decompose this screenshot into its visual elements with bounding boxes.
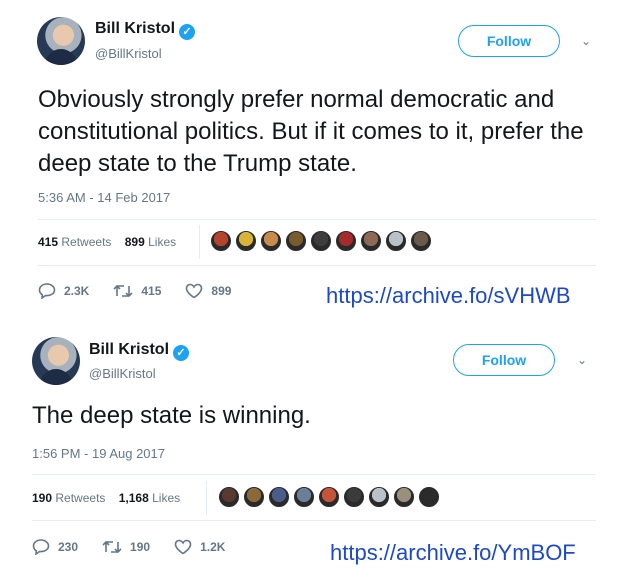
reply-count: 230 — [58, 540, 79, 554]
retweet-count: 190 — [130, 540, 151, 554]
liker-avatar[interactable] — [418, 486, 440, 508]
liker-avatar[interactable] — [235, 230, 257, 252]
archive-link[interactable]: https://archive.fo/YmBOF — [330, 540, 576, 566]
likes-stat[interactable]: 1,168 Likes — [119, 491, 180, 505]
retweets-stat[interactable]: 415 Retweets — [38, 235, 111, 249]
retweet-button[interactable]: 190 — [102, 539, 150, 555]
tweet-text: The deep state is winning. — [32, 402, 311, 429]
retweets-stat[interactable]: 190 Retweets — [32, 491, 105, 505]
liker-avatar[interactable] — [318, 486, 340, 508]
like-icon — [186, 283, 203, 299]
liker-avatar[interactable] — [218, 486, 240, 508]
liker-avatar[interactable] — [260, 230, 282, 252]
reply-icon — [32, 539, 50, 555]
retweet-icon — [102, 540, 122, 554]
liker-avatar[interactable] — [268, 486, 290, 508]
like-icon — [174, 539, 192, 555]
tweet-1: Bill Kristol ✓ @BillKristol Follow ⌄ Obvi… — [0, 0, 628, 318]
reply-button[interactable]: 2.3K — [38, 283, 89, 299]
divider — [32, 474, 596, 475]
tweet-2: Bill Kristol ✓ @BillKristol Follow ⌄ The … — [0, 320, 628, 582]
retweet-button[interactable]: 415 — [113, 283, 161, 299]
retweet-count: 415 — [141, 284, 162, 298]
like-count: 1.2K — [200, 540, 226, 554]
stats-divider — [206, 481, 207, 515]
tweet-actions: 2.3K 415 899 — [38, 283, 255, 299]
caret-down-icon[interactable]: ⌄ — [581, 34, 591, 48]
likes-count: 899 — [124, 235, 145, 249]
reply-button[interactable]: 230 — [32, 539, 78, 555]
liker-avatar[interactable] — [285, 230, 307, 252]
liker-avatar[interactable] — [343, 486, 365, 508]
stats-divider — [199, 225, 200, 259]
like-button[interactable]: 1.2K — [174, 539, 225, 555]
liker-avatars — [210, 230, 435, 252]
liker-avatar[interactable] — [310, 230, 332, 252]
reply-count: 2.3K — [64, 284, 90, 298]
verified-icon: ✓ — [173, 345, 190, 361]
divider — [32, 520, 596, 521]
author-name[interactable]: Bill Kristol ✓ — [95, 20, 196, 40]
liker-avatar[interactable] — [368, 486, 390, 508]
liker-avatar[interactable] — [393, 486, 415, 508]
like-button[interactable]: 899 — [185, 283, 231, 299]
retweets-label: Retweets — [61, 235, 112, 249]
engagement-stats: 415 Retweets 899 Likes — [38, 235, 186, 249]
likes-count: 1,168 — [118, 491, 149, 505]
timestamp[interactable]: 5:36 AM - 14 Feb 2017 — [38, 190, 170, 205]
liker-avatar[interactable] — [293, 486, 315, 508]
tweet-text: Obviously strongly prefer normal democra… — [38, 86, 584, 177]
engagement-stats: 190 Retweets 1,168 Likes — [32, 491, 190, 505]
caret-down-icon[interactable]: ⌄ — [577, 353, 587, 367]
retweets-label: Retweets — [55, 491, 106, 505]
reply-icon — [38, 283, 56, 299]
liker-avatars — [218, 486, 443, 508]
avatar[interactable] — [37, 17, 85, 65]
divider — [38, 219, 596, 220]
likes-label: Likes — [148, 235, 177, 249]
liker-avatar[interactable] — [243, 486, 265, 508]
avatar[interactable] — [32, 337, 80, 385]
liker-avatar[interactable] — [210, 230, 232, 252]
liker-avatar[interactable] — [360, 230, 382, 252]
author-name-text[interactable]: Bill Kristol — [95, 20, 175, 37]
author-handle[interactable]: @BillKristol — [89, 366, 156, 381]
archive-link[interactable]: https://archive.fo/sVHWB — [326, 283, 571, 309]
author-name-text[interactable]: Bill Kristol — [89, 341, 169, 358]
verified-icon: ✓ — [179, 24, 196, 40]
like-count: 899 — [211, 284, 232, 298]
follow-button[interactable]: Follow — [458, 25, 560, 57]
retweet-icon — [113, 284, 133, 298]
liker-avatar[interactable] — [385, 230, 407, 252]
liker-avatar[interactable] — [410, 230, 432, 252]
author-handle[interactable]: @BillKristol — [95, 46, 162, 61]
follow-button[interactable]: Follow — [453, 344, 555, 376]
likes-label: Likes — [152, 491, 181, 505]
timestamp[interactable]: 1:56 PM - 19 Aug 2017 — [32, 446, 165, 461]
retweets-count: 190 — [32, 491, 53, 505]
tweet-actions: 230 190 1.2K — [32, 539, 249, 555]
divider — [38, 265, 596, 266]
author-name[interactable]: Bill Kristol ✓ — [89, 341, 190, 361]
likes-stat[interactable]: 899 Likes — [125, 235, 176, 249]
liker-avatar[interactable] — [335, 230, 357, 252]
retweets-count: 415 — [38, 235, 59, 249]
